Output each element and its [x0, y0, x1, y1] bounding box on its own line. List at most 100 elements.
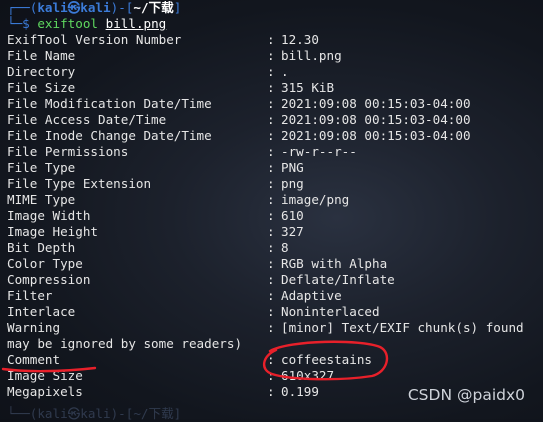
exif-key: MIME Type — [7, 192, 76, 207]
exif-separator: : — [267, 224, 275, 239]
ghost-prompt: └──(kali㉿kali)-[~/下载] — [7, 406, 182, 421]
exif-value: [minor] Text/EXIF chunk(s) found — [281, 320, 524, 335]
exif-row: MIME Type: image/png — [7, 192, 543, 208]
exif-key: Image Size — [7, 368, 83, 383]
exif-separator: : — [267, 160, 275, 175]
exif-value: 2021:09:08 00:15:03-04:00 — [281, 128, 471, 143]
exif-separator: : — [267, 384, 275, 399]
exif-value: 610 — [281, 208, 304, 223]
exif-row: File Inode Change Date/Time:2021:09:08 0… — [7, 128, 543, 144]
prompt-bracket-close: ] — [173, 0, 182, 15]
exif-row: File Size:315 KiB — [7, 80, 543, 96]
exif-row: ExifTool Version Number:12.30 — [7, 32, 543, 48]
exif-value: 327 — [281, 224, 304, 239]
exif-separator: : — [267, 352, 275, 367]
prompt-bracket-open: ┌──( — [7, 0, 38, 15]
exif-key: File Name — [7, 48, 76, 63]
exif-key: Filter — [7, 288, 53, 303]
prompt-dollar: └─$ — [7, 16, 38, 31]
exif-value: 8 — [281, 240, 289, 255]
exif-separator: : — [267, 80, 275, 95]
exif-value: RGB with Alpha — [281, 256, 388, 271]
exif-value: 2021:09:08 00:15:03-04:00 — [281, 112, 471, 127]
exif-row: Comment: coffeestains — [7, 352, 543, 368]
exif-separator: : — [267, 208, 275, 223]
exif-value: Deflate/Inflate — [281, 272, 395, 287]
exif-value: Adaptive — [281, 288, 342, 303]
exif-key: Color Type — [7, 256, 83, 271]
exif-key: File Access Date/Time — [7, 112, 167, 127]
exif-separator: : — [267, 128, 275, 143]
exif-value: 12.30 — [281, 32, 319, 47]
exif-value: 610x327 — [281, 368, 335, 383]
exif-key: File Modification Date/Time — [7, 96, 212, 111]
exif-separator: : — [267, 48, 275, 63]
exif-key: File Inode Change Date/Time — [7, 128, 212, 143]
exif-key: Comment — [7, 352, 61, 367]
exif-key: File Type — [7, 160, 76, 175]
exif-separator: : — [267, 112, 275, 127]
exif-row: Color Type: RGB with Alpha — [7, 256, 543, 272]
prompt-user: kali㉿kali — [37, 0, 111, 15]
exif-value: . — [281, 64, 289, 79]
exif-key: Warning — [7, 320, 61, 335]
exif-separator: : — [267, 368, 275, 383]
exif-row: Image Width:610 — [7, 208, 543, 224]
exif-row: Filter: Adaptive — [7, 288, 543, 304]
exif-key: Bit Depth — [7, 240, 76, 255]
exif-value: coffeestains — [281, 352, 372, 367]
exif-value: png — [281, 176, 304, 191]
terminal-output[interactable]: ┌──(kali㉿kali)-[~/下载] └─$ exiftool bill.… — [7, 0, 543, 400]
exif-row: Image Size:610x327 — [7, 368, 543, 384]
exif-key: Compression — [7, 272, 91, 287]
exif-separator: : — [267, 288, 275, 303]
warning-continuation: may be ignored by some readers) — [7, 336, 243, 351]
exif-key: File Permissions — [7, 144, 129, 159]
exif-value: PNG — [281, 160, 304, 175]
exif-separator: : — [267, 256, 275, 271]
exif-separator: : — [267, 272, 275, 287]
exif-row: File Access Date/Time:2021:09:08 00:15:0… — [7, 112, 543, 128]
exif-row: Bit Depth:8 — [7, 240, 543, 256]
exif-separator: : — [267, 176, 275, 191]
prompt-bracket-mid: )-[ — [110, 0, 134, 15]
exif-row: Directory:. — [7, 64, 543, 80]
exif-separator: : — [267, 64, 275, 79]
exif-key: Image Height — [7, 224, 98, 239]
exif-key: Megapixels — [7, 384, 83, 399]
exif-value: 2021:09:08 00:15:03-04:00 — [281, 96, 471, 111]
exif-key: Directory — [7, 64, 76, 79]
command-argument: bill.png — [105, 16, 167, 31]
exif-separator: : — [267, 320, 275, 335]
exif-row: Warning: [minor] Text/EXIF chunk(s) found — [7, 320, 543, 336]
command-name: exiftool — [37, 16, 99, 31]
exif-key: File Type Extension — [7, 176, 152, 191]
prompt-path: ~/下载 — [133, 0, 174, 15]
prompt-top-line: ┌──(kali㉿kali)-[~/下载] — [7, 0, 543, 16]
exif-value: image/png — [281, 192, 350, 207]
exif-separator: : — [267, 96, 275, 111]
exif-value: Noninterlaced — [281, 304, 380, 319]
exif-separator: : — [267, 32, 275, 47]
exif-row: File Type: PNG — [7, 160, 543, 176]
exif-separator: : — [267, 192, 275, 207]
exif-separator: : — [267, 240, 275, 255]
exif-key: ExifTool Version Number — [7, 32, 182, 47]
exif-key: Interlace — [7, 304, 76, 319]
prompt-command-line: └─$ exiftool bill.png — [7, 16, 543, 32]
watermark: CSDN @paidx0 — [407, 386, 525, 404]
exif-key: File Size — [7, 80, 76, 95]
exif-value: bill.png — [281, 48, 342, 63]
exif-row: Compression: Deflate/Inflate — [7, 272, 543, 288]
exif-row: Image Height:327 — [7, 224, 543, 240]
exif-key: Image Width — [7, 208, 91, 223]
exif-separator: : — [267, 304, 275, 319]
exif-row: Interlace: Noninterlaced — [7, 304, 543, 320]
exif-value: 315 KiB — [281, 80, 335, 95]
exif-row: File Type Extension: png — [7, 176, 543, 192]
exif-row: File Name: bill.png — [7, 48, 543, 64]
exif-value: 0.199 — [281, 384, 319, 399]
exif-row: File Modification Date/Time:2021:09:08 0… — [7, 96, 543, 112]
exif-separator: : — [267, 144, 275, 159]
exif-row: File Permissions: -rw-r--r-- — [7, 144, 543, 160]
